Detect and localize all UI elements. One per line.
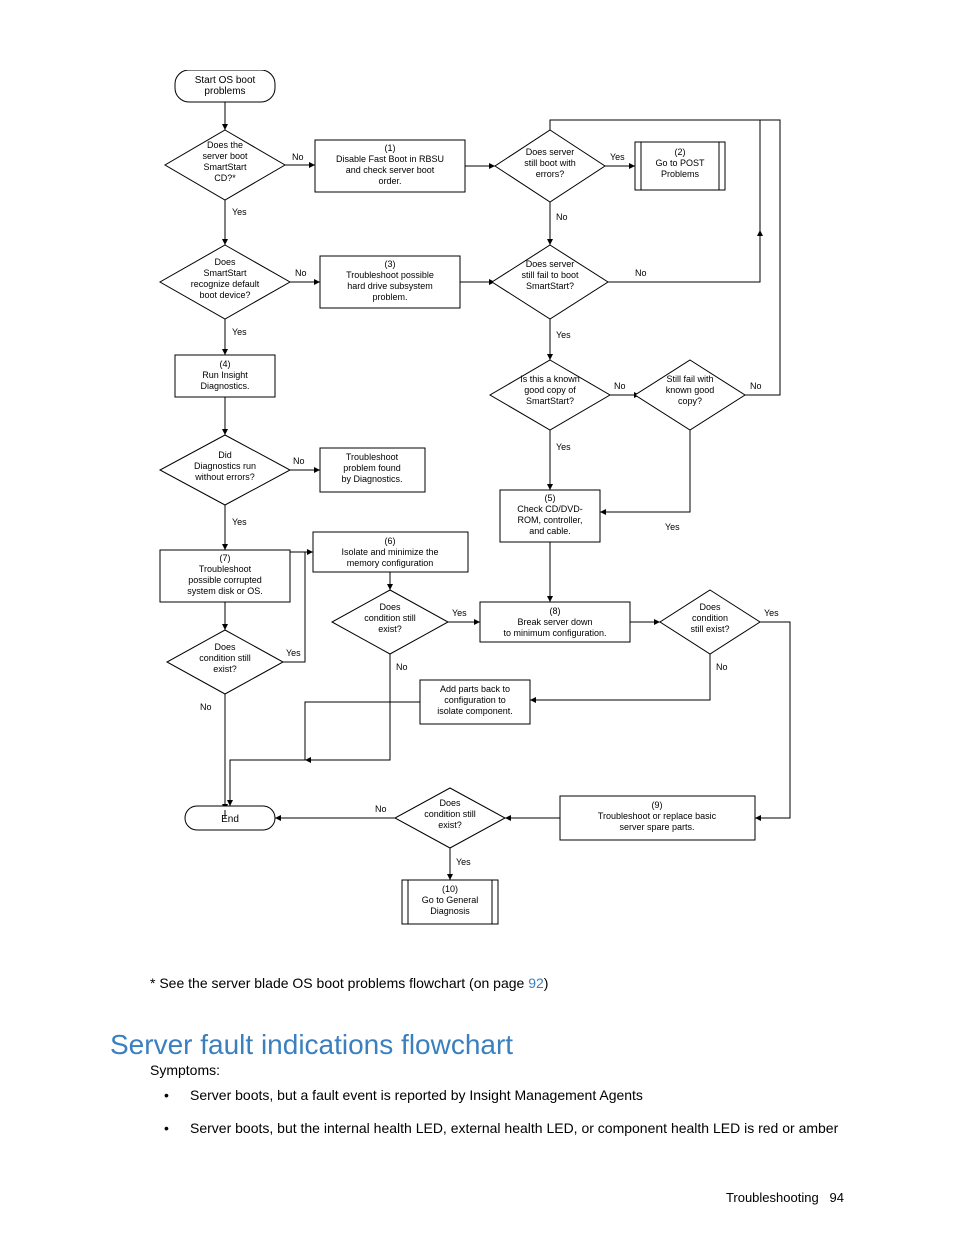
list-item: Server boots, but a fault event is repor… <box>150 1086 838 1105</box>
node-q-cond-bottom: Doescondition stillexist? <box>395 788 505 848</box>
node-tshoot-diag: Troubleshootproblem foundby Diagnostics. <box>320 448 425 492</box>
svg-text:No: No <box>716 662 728 672</box>
node-disable-fastboot: (1)Disable Fast Boot in RBSUand check se… <box>315 140 465 192</box>
svg-text:Yes: Yes <box>556 330 571 340</box>
svg-text:Yes: Yes <box>232 327 247 337</box>
node-add-parts: Add parts back toconfiguration toisolate… <box>420 680 530 724</box>
node-check-cd: (5)Check CD/DVD-ROM, controller,and cabl… <box>500 490 600 542</box>
flowchart: Start OS bootproblems Does theserver boo… <box>140 70 900 970</box>
section-heading: Server fault indications flowchart <box>110 1029 513 1061</box>
svg-text:No: No <box>396 662 408 672</box>
node-q-diag: DidDiagnostics runwithout errors? <box>160 435 290 505</box>
svg-text:Yes: Yes <box>232 207 247 217</box>
svg-text:No: No <box>750 381 762 391</box>
symptoms-list: Server boots, but a fault event is repor… <box>150 1086 838 1152</box>
svg-text:Yes: Yes <box>232 517 247 527</box>
node-general-diag: (10)Go to GeneralDiagnosis <box>402 880 498 924</box>
node-hdd: (3)Troubleshoot possiblehard drive subsy… <box>320 256 460 308</box>
node-goto-post: (2)Go to POSTProblems <box>635 142 725 190</box>
node-q-fail-ss: Does serverstill fail to bootSmartStart? <box>492 245 608 319</box>
svg-text:Yes: Yes <box>456 857 471 867</box>
node-start: Start OS bootproblems <box>175 70 275 102</box>
svg-text:No: No <box>293 456 305 466</box>
flowchart-footnote: * See the server blade OS boot problems … <box>150 975 548 991</box>
svg-text:Yes: Yes <box>610 152 625 162</box>
node-isolate-mem: (6)Isolate and minimize thememory config… <box>313 532 468 572</box>
node-tshoot-os: (7)Troubleshootpossible corruptedsystem … <box>160 550 290 602</box>
node-q-recognize: DoesSmartStartrecognize defaultboot devi… <box>160 245 290 319</box>
svg-text:No: No <box>292 152 304 162</box>
svg-text:Yes: Yes <box>452 608 467 618</box>
list-item: Server boots, but the internal health LE… <box>150 1119 838 1138</box>
node-q-errors: Does serverstill boot witherrors? <box>495 130 605 202</box>
node-q-boot-cd: Does theserver bootSmartStartCD?* <box>165 130 285 200</box>
svg-text:No: No <box>200 702 212 712</box>
node-q-cond-left: Doescondition stillexist? <box>167 630 283 694</box>
svg-text:Is this a knowngood copy ofSma: Is this a knowngood copy ofSmartStart? <box>520 374 580 406</box>
svg-text:Yes: Yes <box>556 442 571 452</box>
svg-text:No: No <box>614 381 626 391</box>
node-q-still-fail: Still fail withknown goodcopy? <box>635 360 745 430</box>
node-q-cond-right: Doesconditionstill exist? <box>660 590 760 654</box>
page-footer: Troubleshooting 94 <box>726 1190 844 1205</box>
svg-text:Yes: Yes <box>286 648 301 658</box>
page-ref-link[interactable]: 92 <box>528 975 544 991</box>
svg-text:No: No <box>635 268 647 278</box>
svg-text:No: No <box>295 268 307 278</box>
node-q-known-good: Is this a knowngood copy ofSmartStart? <box>490 360 610 430</box>
svg-text:No: No <box>556 212 568 222</box>
svg-text:No: No <box>375 804 387 814</box>
node-q-cond-mid: Doescondition stillexist? <box>332 590 448 654</box>
symptoms-label: Symptoms: <box>150 1062 220 1078</box>
node-run-diag: (4)Run InsightDiagnostics. <box>175 355 275 397</box>
svg-text:Yes: Yes <box>665 522 680 532</box>
page-root: Start OS bootproblems Does theserver boo… <box>0 0 954 1235</box>
svg-text:Does serverstill fail to bootS: Does serverstill fail to bootSmartStart? <box>521 259 579 291</box>
svg-text:Add parts back toconfiguration: Add parts back toconfiguration toisolate… <box>437 684 513 716</box>
svg-text:End: End <box>221 814 239 825</box>
node-end: End <box>185 806 275 830</box>
node-break-min: (8)Break server downto minimum configura… <box>480 602 630 642</box>
node-replace: (9)Troubleshoot or replace basicserver s… <box>560 796 755 840</box>
svg-text:Troubleshootproblem foundby Di: Troubleshootproblem foundby Diagnostics. <box>341 452 402 484</box>
svg-text:Yes: Yes <box>764 608 779 618</box>
